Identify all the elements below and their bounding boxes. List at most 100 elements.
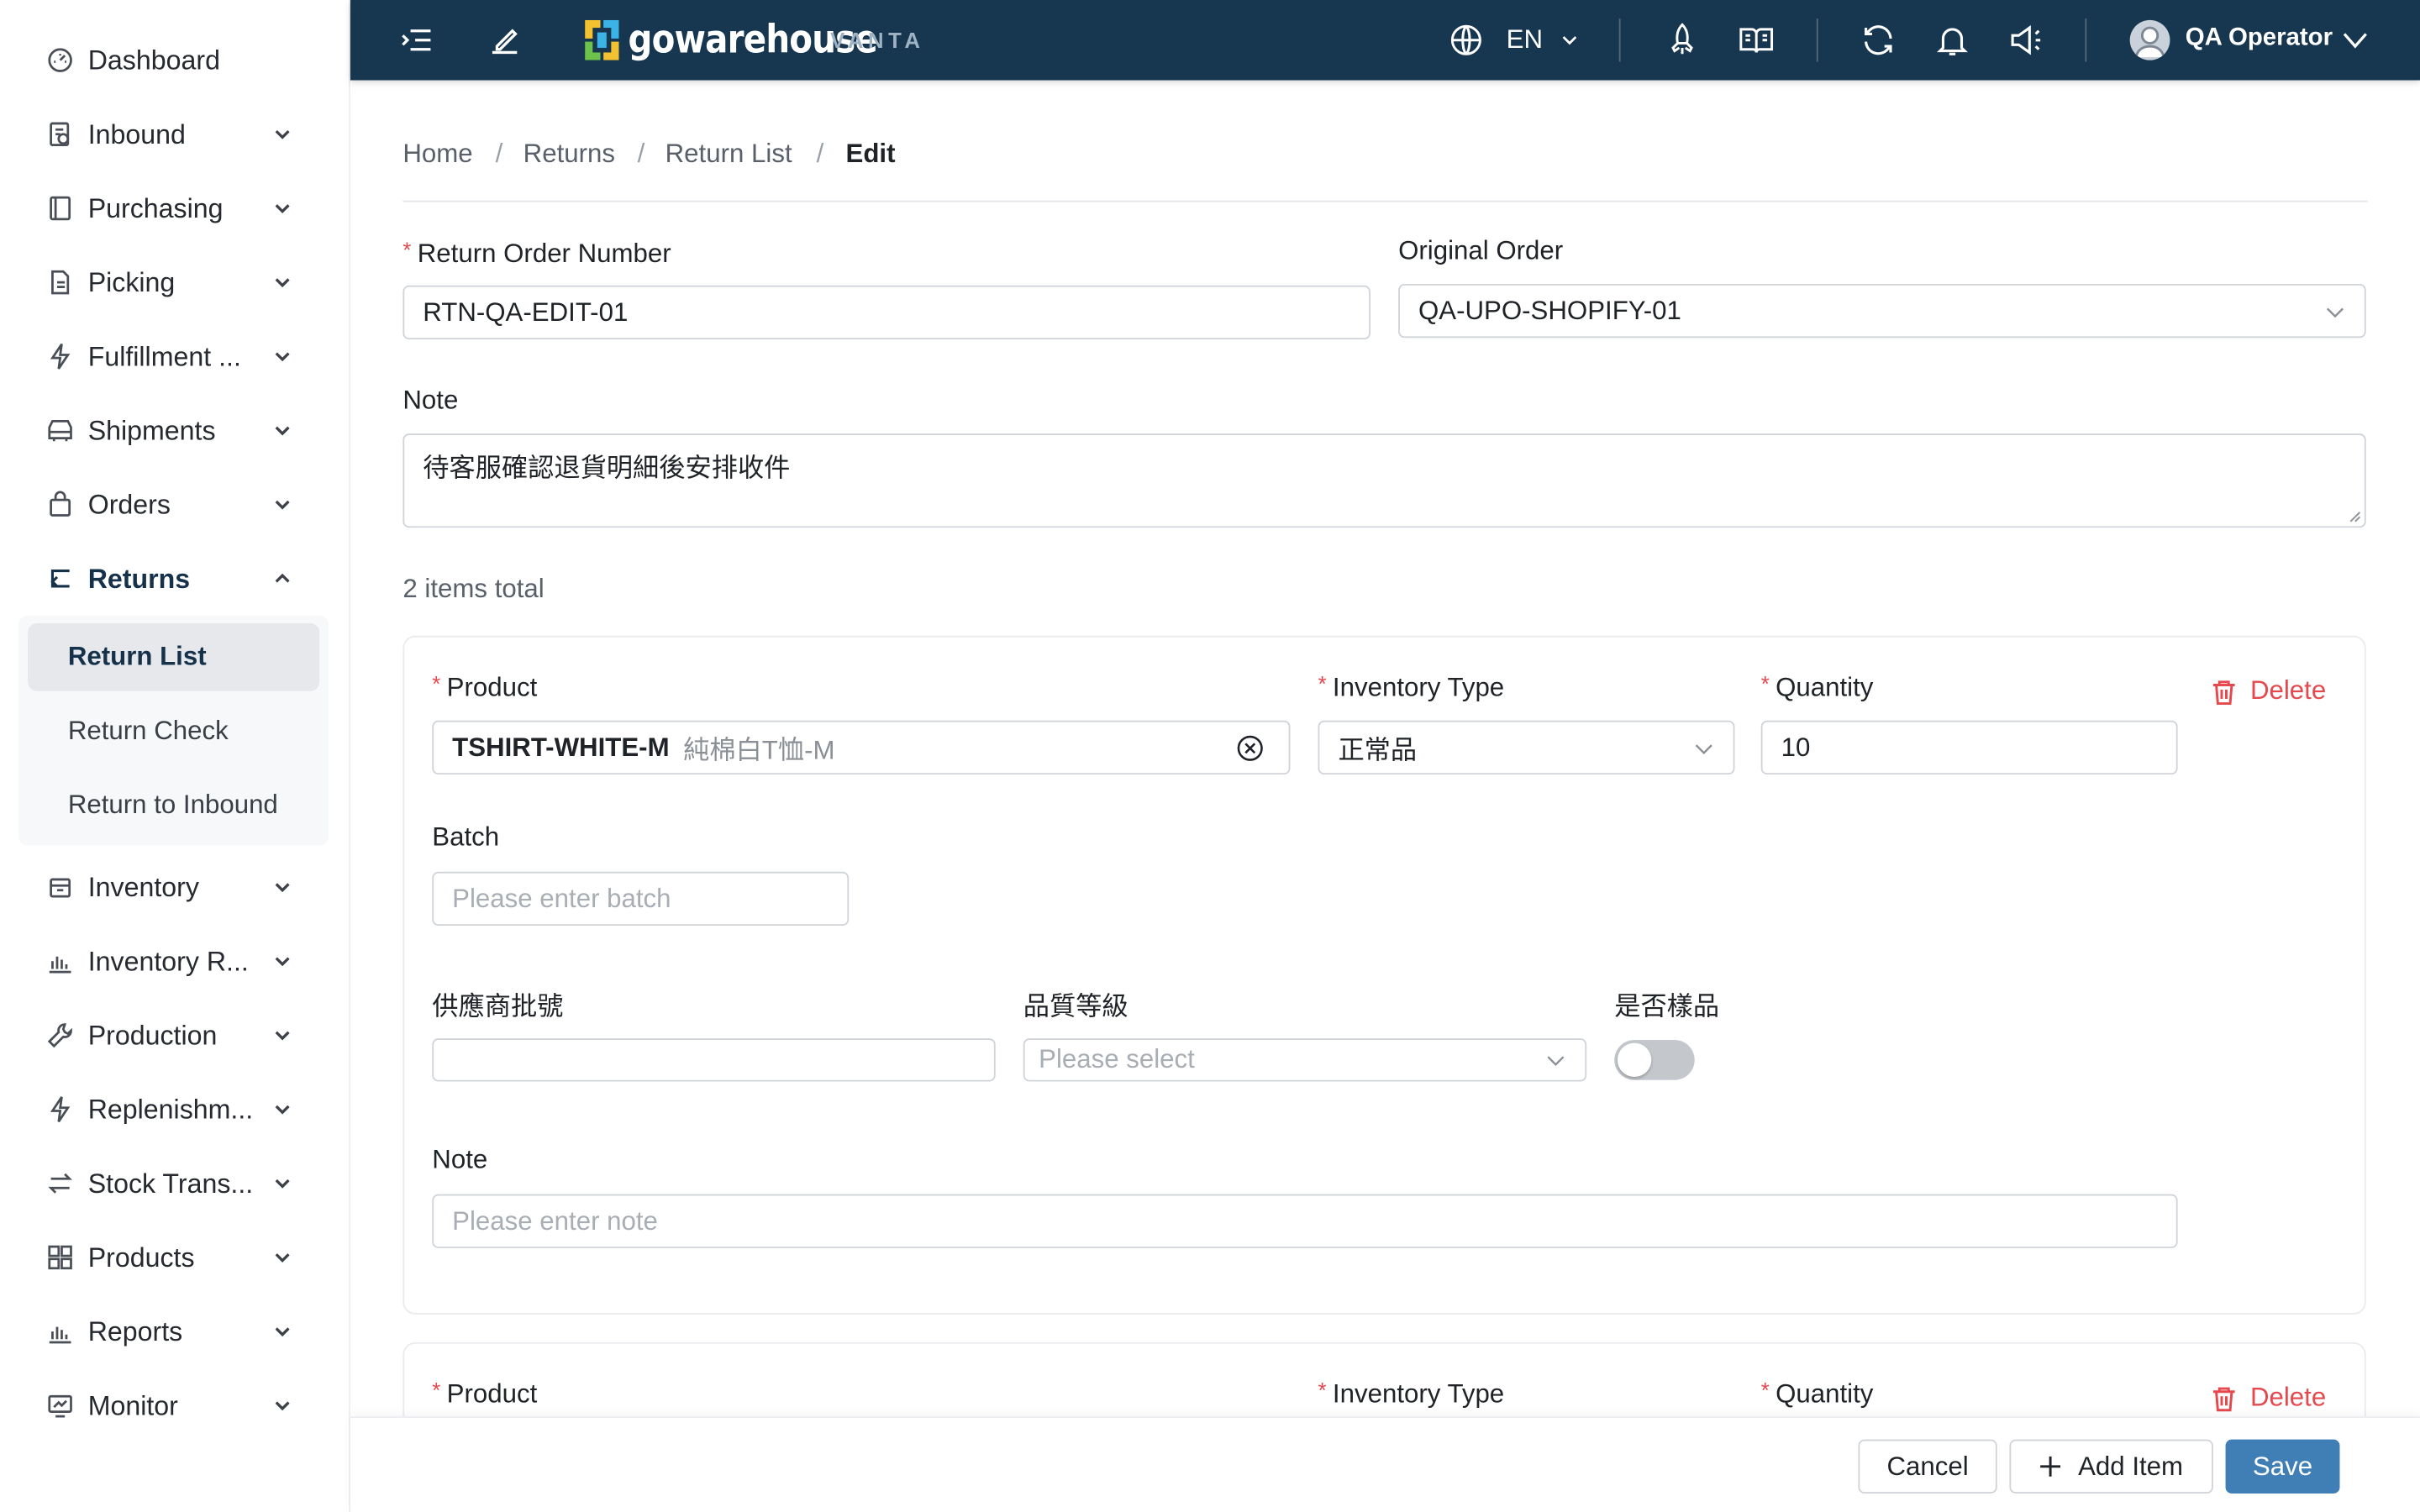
delete-item-button[interactable]: Delete — [2212, 1383, 2326, 1414]
product-select[interactable]: TSHIRT-WHITE-M 純棉白T恤-M — [432, 720, 1291, 775]
sidebar-subitem-return-to-inbound[interactable]: Return to Inbound — [28, 771, 319, 839]
sidebar-item-monitor[interactable]: Monitor — [46, 1383, 308, 1429]
chevron-down-icon — [275, 1253, 290, 1263]
sidebar-item-label: Dashboard — [87, 44, 220, 76]
supplier-batch-input[interactable] — [432, 1038, 996, 1082]
language-selector[interactable]: EN — [1507, 24, 1543, 55]
menu-fold-icon[interactable] — [398, 22, 435, 59]
return-item-card: * Product TSHIRT-WHITE-M 純棉白T恤-M * Invento… — [402, 635, 2366, 1315]
delete-item-button[interactable]: Delete — [2212, 675, 2326, 706]
item-note-input[interactable]: Please enter note — [432, 1194, 2178, 1248]
bell-icon[interactable] — [1933, 22, 1970, 59]
sidebar-item-inventory[interactable]: Inventory — [46, 864, 308, 911]
original-order-label: Original Order — [1398, 236, 1564, 265]
return-order-number-input[interactable]: RTN-QA-EDIT-01 — [402, 285, 1371, 340]
top-bar: gowarehouse VANTA EN QA Operator — [350, 0, 2420, 81]
main-content: Home / Returns / Return List / Edit * Ret… — [350, 81, 2420, 1512]
batch-input[interactable]: Please enter batch — [432, 871, 850, 927]
required-mark: * — [1318, 1378, 1327, 1403]
rocket-icon[interactable] — [1664, 22, 1701, 59]
avatar[interactable] — [2129, 19, 2170, 60]
chevron-down-icon — [275, 129, 290, 139]
sidebar-item-dashboard[interactable]: Dashboard — [46, 37, 308, 83]
sidebar: Dashboard Inbound Purchasing Picking Ful… — [0, 0, 350, 1512]
product-sku: TSHIRT-WHITE-M — [452, 732, 670, 762]
sidebar-item-purchasing[interactable]: Purchasing — [46, 185, 308, 231]
save-button[interactable]: Save — [2225, 1439, 2340, 1494]
divider — [1618, 18, 1621, 62]
chevron-down-icon — [1547, 1056, 1565, 1067]
inventory-icon — [50, 878, 71, 898]
product-label: * Product — [432, 670, 538, 702]
inventory-type-select[interactable]: 正常品 — [1318, 720, 1735, 775]
quality-grade-label: 品質等級 — [1023, 992, 1128, 1021]
sidebar-item-replenishment[interactable]: Replenishm... — [46, 1086, 308, 1132]
inbound-icon — [50, 122, 70, 147]
globe-icon[interactable] — [1448, 22, 1485, 59]
sidebar-subitem-return-list[interactable]: Return List — [28, 623, 320, 691]
chevron-down-icon — [275, 957, 290, 967]
note-label: Note — [402, 386, 459, 416]
divider — [402, 200, 2368, 202]
refresh-icon[interactable] — [1860, 22, 1897, 59]
sidebar-item-products[interactable]: Products — [46, 1234, 308, 1280]
dashboard-icon — [48, 48, 72, 72]
breadcrumb-return-list[interactable]: Return List — [666, 139, 792, 170]
item-note-label: Note — [432, 1144, 488, 1174]
return-order-number-label: * Return Order Number — [402, 237, 671, 269]
return-icon — [50, 570, 70, 588]
product-name: 純棉白T恤-M — [683, 736, 835, 766]
transfer-icon — [48, 1173, 72, 1194]
original-order-select[interactable]: QA-UPO-SHOPIFY-01 — [1398, 283, 2366, 339]
edit-icon[interactable] — [487, 22, 523, 59]
required-mark: * — [1760, 1378, 1770, 1403]
clear-icon[interactable] — [1236, 734, 1264, 762]
original-order-value: QA-UPO-SHOPIFY-01 — [1418, 295, 1681, 325]
required-mark: * — [1318, 670, 1327, 696]
resize-handle-icon[interactable] — [2348, 509, 2362, 523]
chevron-down-icon[interactable] — [1560, 31, 1579, 50]
purchasing-icon — [50, 196, 71, 221]
plus-icon — [2041, 1456, 2061, 1477]
chevron-down-icon — [275, 1105, 290, 1115]
items-total: 2 items total — [402, 574, 544, 604]
megaphone-icon[interactable] — [2008, 22, 2045, 59]
breadcrumb-separator: / — [495, 139, 503, 169]
add-item-button[interactable]: Add Item — [2009, 1439, 2213, 1494]
is-sample-toggle[interactable] — [1614, 1039, 1695, 1080]
note-textarea[interactable]: 待客服確認退貨明細後安排收件 — [402, 433, 2366, 528]
sidebar-item-picking[interactable]: Picking — [46, 260, 308, 306]
sidebar-item-fulfillment[interactable]: Fulfillment ... — [46, 333, 308, 380]
sidebar-item-stock-transfer[interactable]: Stock Trans... — [46, 1160, 308, 1206]
book-icon[interactable] — [1738, 22, 1775, 59]
trash-icon — [2212, 680, 2235, 705]
sidebar-subitem-return-check[interactable]: Return Check — [28, 697, 319, 765]
bag-icon — [50, 491, 71, 517]
trash-icon — [2212, 1386, 2235, 1411]
toggle-knob — [1617, 1042, 1652, 1078]
form-footer: Cancel Add Item Save — [350, 1416, 2420, 1512]
chevron-down-icon[interactable] — [2341, 26, 2369, 54]
sidebar-item-reports[interactable]: Reports — [46, 1309, 308, 1355]
breadcrumb-returns[interactable]: Returns — [523, 139, 615, 170]
chart-icon — [49, 956, 71, 974]
user-name[interactable]: QA Operator — [2186, 24, 2333, 52]
cancel-button[interactable]: Cancel — [1858, 1439, 1997, 1494]
quantity-input[interactable]: 10 — [1760, 720, 2178, 775]
chevron-up-icon — [275, 573, 290, 583]
breadcrumb-current: Edit — [845, 139, 896, 169]
sidebar-item-inventory-reports[interactable]: Inventory R... — [46, 938, 308, 984]
divider — [1816, 18, 1818, 62]
logo-subtitle: VANTA — [830, 28, 925, 53]
divider — [2085, 18, 2087, 62]
quality-grade-select[interactable]: Please select — [1023, 1038, 1587, 1082]
sidebar-item-orders[interactable]: Orders — [46, 481, 308, 528]
sidebar-item-returns[interactable]: Returns — [46, 555, 308, 601]
chevron-down-icon — [275, 883, 290, 893]
sidebar-item-shipments[interactable]: Shipments — [46, 407, 308, 454]
breadcrumb-home[interactable]: Home — [402, 139, 472, 170]
sidebar-item-production[interactable]: Production — [46, 1012, 308, 1058]
note-value: 待客服確認退貨明細後安排收件 — [423, 453, 791, 483]
logo-mark-icon — [585, 19, 619, 60]
sidebar-item-inbound[interactable]: Inbound — [46, 111, 308, 157]
